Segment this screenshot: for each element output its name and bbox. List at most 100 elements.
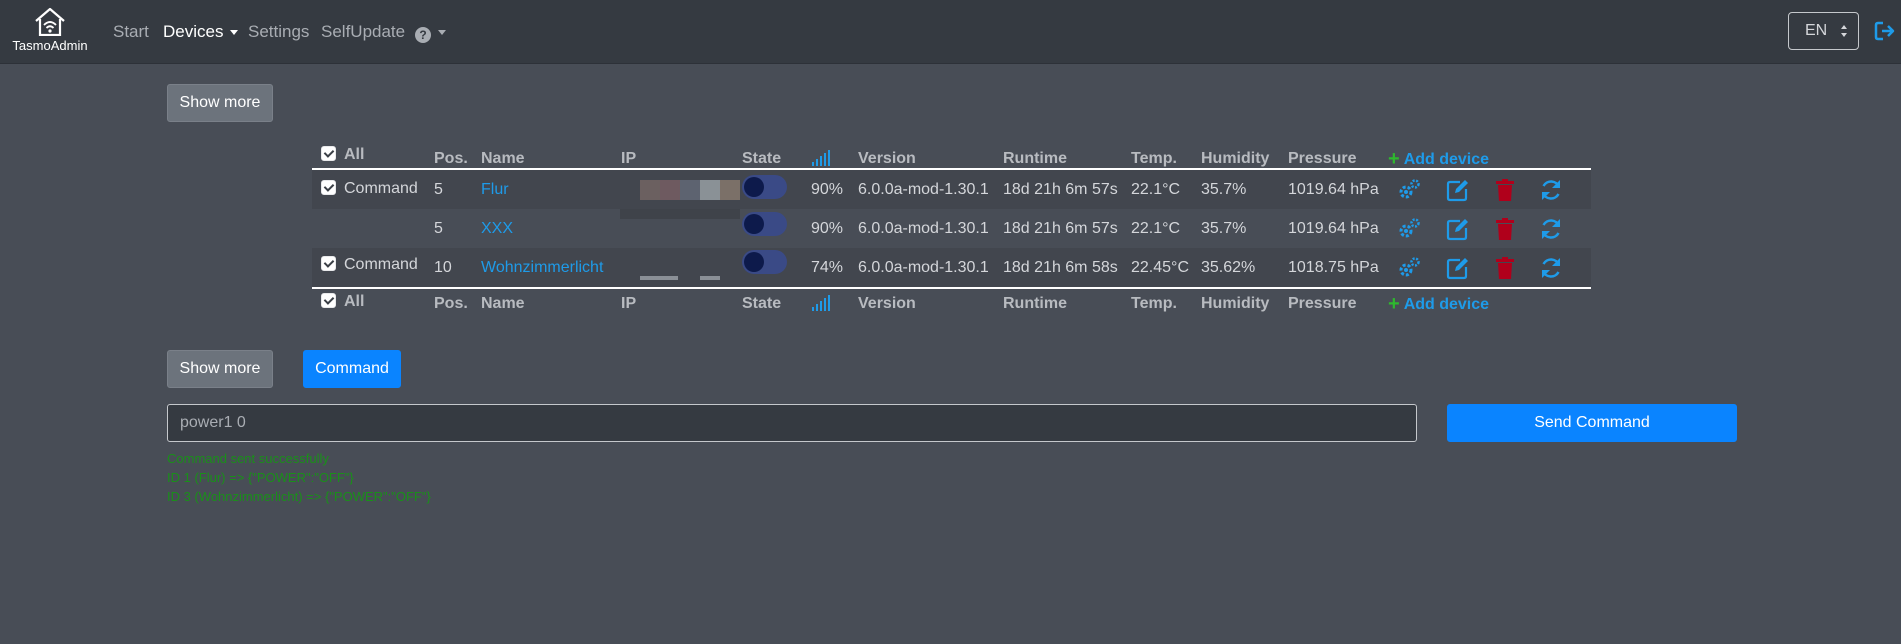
select-all-toggle[interactable]: All: [321, 146, 364, 164]
power-toggle[interactable]: [742, 212, 787, 236]
checkbox[interactable]: [321, 293, 336, 308]
device-name-link[interactable]: Wohnzimmerlicht: [481, 259, 603, 277]
row-humidity: 35.7%: [1201, 220, 1247, 237]
header-state[interactable]: State: [742, 150, 781, 168]
command-button[interactable]: Command: [303, 350, 401, 388]
nav-selfupdate[interactable]: SelfUpdate: [321, 22, 405, 42]
footer-pos[interactable]: Pos.: [434, 295, 468, 313]
nav-start[interactable]: Start: [113, 22, 149, 42]
add-device-link[interactable]: + Add device: [1388, 293, 1489, 316]
row-version: 6.0.0a-mod-1.30.1: [858, 259, 989, 276]
row-signal: 90%: [811, 181, 844, 198]
power-toggle[interactable]: [742, 175, 787, 199]
command-input[interactable]: power1 0: [167, 404, 1417, 442]
refresh-icon[interactable]: [1539, 256, 1563, 280]
trash-icon[interactable]: [1493, 217, 1517, 241]
nav-devices[interactable]: Devices: [163, 22, 239, 42]
nav-help[interactable]: ?: [415, 22, 446, 43]
footer-humidity[interactable]: Humidity: [1201, 295, 1269, 313]
table-footer: All Pos. Name IP State Version Runtime T…: [312, 287, 1591, 317]
header-name[interactable]: Name: [481, 150, 525, 168]
log-line: ID 3 (Wohnzimmerlicht) => {"POWER":"OFF"…: [167, 489, 431, 504]
header-runtime[interactable]: Runtime: [1003, 150, 1067, 168]
table-row: Command 5 Flur 90% 6.0.0a-mod-1.30.1 18d…: [312, 170, 1591, 219]
row-command-label: Command: [344, 180, 418, 197]
row-humidity: 35.7%: [1201, 181, 1247, 198]
sign-out-icon[interactable]: [1874, 20, 1896, 42]
add-device-link[interactable]: + Add device: [1388, 148, 1489, 171]
header-temp[interactable]: Temp.: [1131, 150, 1177, 168]
power-toggle[interactable]: [742, 250, 787, 274]
edit-icon[interactable]: [1446, 217, 1470, 241]
ip-address-redacted: [640, 180, 740, 200]
header-humidity[interactable]: Humidity: [1201, 150, 1269, 168]
row-command-label: Command: [344, 256, 418, 273]
row-signal: 74%: [811, 259, 844, 276]
log-line: ID 1 (Flur) => {"POWER":"OFF"}: [167, 470, 354, 485]
header-ip[interactable]: IP: [621, 150, 636, 168]
edit-icon[interactable]: [1446, 256, 1470, 280]
trash-icon[interactable]: [1493, 178, 1517, 202]
select-all-label: All: [344, 146, 365, 163]
header-pressure[interactable]: Pressure: [1288, 150, 1357, 168]
select-all-label: All: [344, 293, 365, 310]
edit-icon[interactable]: [1446, 178, 1470, 202]
checkbox[interactable]: [321, 180, 336, 195]
row-temp: 22.45°C: [1131, 259, 1189, 276]
checkbox[interactable]: [321, 146, 336, 161]
add-device-label: Add device: [1403, 296, 1490, 313]
row-pressure: 1019.64 hPa: [1288, 220, 1379, 237]
send-command-button[interactable]: Send Command: [1447, 404, 1737, 442]
row-temp: 22.1°C: [1131, 220, 1181, 237]
row-pos: 10: [434, 259, 452, 276]
row-select[interactable]: Command: [321, 180, 418, 198]
footer-temp[interactable]: Temp.: [1131, 295, 1177, 313]
cogs-icon[interactable]: [1397, 256, 1421, 280]
checkbox[interactable]: [321, 256, 336, 271]
row-runtime: 18d 21h 6m 57s: [1003, 220, 1118, 237]
row-runtime: 18d 21h 6m 57s: [1003, 181, 1118, 198]
header-pos[interactable]: Pos.: [434, 150, 468, 168]
row-select[interactable]: Command: [321, 256, 418, 274]
select-all-toggle[interactable]: All: [321, 293, 364, 311]
footer-ip[interactable]: IP: [621, 295, 636, 313]
table-row: Command 10 Wohnzimmerlicht 74% 6.0.0a-mo…: [312, 248, 1591, 287]
ip-address-redacted: [640, 276, 678, 280]
row-pos: 5: [434, 181, 443, 198]
chevron-down-icon: [230, 30, 239, 36]
language-select[interactable]: EN: [1788, 12, 1859, 50]
row-pos: 5: [434, 220, 443, 237]
footer-pressure[interactable]: Pressure: [1288, 295, 1357, 313]
table-row: 5 XXX 90% 6.0.0a-mod-1.30.1 18d 21h 6m 5…: [312, 209, 1591, 248]
footer-name[interactable]: Name: [481, 295, 525, 313]
row-temp: 22.1°C: [1131, 181, 1181, 198]
brand-logo[interactable]: TasmoAdmin: [8, 6, 92, 58]
navbar: TasmoAdmin Start Devices Settings SelfUp…: [0, 0, 1901, 64]
nav-devices-label: Devices: [163, 22, 224, 41]
device-name-link[interactable]: XXX: [481, 220, 513, 238]
trash-icon[interactable]: [1493, 256, 1517, 280]
footer-runtime[interactable]: Runtime: [1003, 295, 1067, 313]
log-line: Command sent successfully: [167, 451, 329, 466]
show-more-bottom-button[interactable]: Show more: [167, 350, 273, 388]
device-table: All Pos. Name IP State Version Runtime T…: [312, 140, 1591, 317]
refresh-icon[interactable]: [1539, 217, 1563, 241]
refresh-icon[interactable]: [1539, 178, 1563, 202]
nav-settings[interactable]: Settings: [248, 22, 309, 42]
footer-version[interactable]: Version: [858, 295, 916, 313]
show-more-top-button[interactable]: Show more: [167, 84, 273, 122]
row-signal: 90%: [811, 220, 844, 237]
command-log: Command sent successfully ID 1 (Flur) =>…: [167, 449, 431, 506]
cogs-icon[interactable]: [1397, 217, 1421, 241]
house-wifi-icon: [35, 7, 65, 36]
cogs-icon[interactable]: [1397, 178, 1421, 202]
row-version: 6.0.0a-mod-1.30.1: [858, 220, 989, 237]
device-name-link[interactable]: Flur: [481, 181, 509, 199]
footer-state[interactable]: State: [742, 295, 781, 313]
add-device-label: Add device: [1403, 151, 1490, 168]
plus-icon: +: [1388, 148, 1400, 170]
language-value: EN: [1805, 22, 1828, 39]
row-pressure: 1018.75 hPa: [1288, 259, 1379, 276]
wifi-signal-icon: [812, 295, 830, 311]
header-version[interactable]: Version: [858, 150, 916, 168]
